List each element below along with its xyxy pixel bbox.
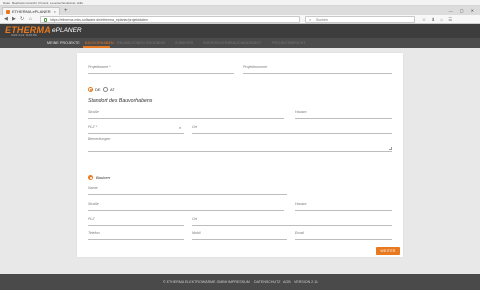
contact-phone-field[interactable]: Telefon — [88, 230, 184, 240]
resize-grip-icon[interactable] — [389, 147, 392, 150]
project-name-label: Projektname * — [88, 65, 111, 69]
country-de-radio[interactable] — [88, 87, 93, 92]
street-label: Straße — [88, 110, 99, 114]
contact-house-number-field[interactable]: Hausnr. — [295, 201, 392, 211]
contact-city-field[interactable]: Ort — [192, 216, 392, 226]
url-text: https://etherma.mbs-software.de/etherma_… — [50, 18, 148, 22]
tab-close-icon[interactable]: × — [54, 8, 56, 15]
contact-city-label: Ort — [192, 217, 197, 221]
favicon-icon — [6, 10, 10, 14]
remarks-textarea[interactable]: Bemerkungen — [88, 136, 392, 152]
contact-email-label: Email — [295, 231, 304, 235]
new-tab-button[interactable]: + — [64, 7, 68, 15]
tab-strip: ETHERMA ePLANER × + — ▢ ✕ — [0, 6, 480, 15]
main-content: Projektname * Projektnummer DE AT Stando… — [0, 48, 480, 274]
nav-angebot[interactable]: ANGEBOT — [243, 38, 261, 48]
nav-energieverbrauch[interactable]: ENERGIEVERBRAUCH — [203, 38, 243, 48]
footer: © ETHERMA ELEKTROWÄRME GMBH IMPRESSUM DA… — [0, 274, 480, 290]
contact-street-field[interactable]: Straße — [88, 201, 284, 211]
browser-tab[interactable]: ETHERMA ePLANER × — [2, 7, 60, 15]
app-header: ETHERMA GENIALE WÄRME ePLANER — [0, 24, 480, 38]
contact-zip-field[interactable]: PLZ — [88, 216, 184, 226]
toolbar-icons[interactable]: ☆ ⬇ ⌂ ☰ — [422, 16, 454, 23]
back-icon[interactable]: ◀ — [4, 16, 8, 23]
footer-impressum-link[interactable]: IMPRESSUM — [228, 274, 250, 290]
app-nav: MEINE PROJEKTE BAUVORHABEN RÄUME/ZONEN E… — [0, 38, 480, 48]
contact-street-label: Straße — [88, 202, 99, 206]
nav-raeume-zonen[interactable]: RÄUME/ZONEN — [117, 38, 145, 48]
street-field[interactable]: Straße — [88, 109, 284, 119]
site-section-title: Standort des Bauvorhabens — [88, 98, 153, 104]
zip-label: PLZ * — [88, 125, 97, 129]
city-field[interactable]: Ort — [192, 124, 392, 134]
country-at-label: AT — [110, 87, 115, 92]
footer-datenschutz-link[interactable]: DATENSCHUTZ — [254, 274, 281, 290]
project-name-field[interactable]: Projektname * — [88, 64, 234, 74]
contact-house-number-label: Hausnr. — [295, 202, 308, 206]
city-label: Ort — [192, 125, 197, 129]
etherma-logo[interactable]: ETHERMA GENIALE WÄRME — [5, 25, 51, 38]
house-number-label: Hausnr. — [295, 110, 308, 114]
remarks-label: Bemerkungen — [88, 137, 111, 141]
home-icon[interactable]: ⌂ — [29, 16, 32, 23]
project-number-label: Projektnummer — [243, 65, 268, 69]
role-bauherr-radio[interactable] — [88, 175, 93, 180]
clear-zip-icon[interactable]: × — [179, 125, 181, 130]
search-input[interactable] — [316, 17, 411, 22]
contact-email-field[interactable]: Email — [295, 230, 392, 240]
role-bauherr-label: Bauherr — [96, 175, 111, 180]
form-card: Projektname * Projektnummer DE AT Stando… — [77, 53, 403, 257]
next-button[interactable]: WEITER — [376, 247, 400, 255]
project-number-field[interactable]: Projektnummer — [243, 64, 392, 74]
house-number-field[interactable]: Hausnr. — [295, 109, 392, 119]
contact-name-label: Name — [88, 186, 98, 190]
nav-ergebnis[interactable]: ERGEBNIS — [146, 38, 165, 48]
forward-icon[interactable]: ▶ — [12, 16, 16, 23]
zip-field[interactable]: PLZ * × — [88, 124, 184, 134]
app-title: ePLANER — [52, 27, 82, 34]
contact-zip-label: PLZ — [88, 217, 95, 221]
browser-navbar: ◀ ▶ ↻ ⌂ https://etherma.mbs-software.de/… — [0, 15, 480, 24]
tab-title: ETHERMA ePLANER — [12, 9, 51, 14]
country-de-label: DE — [95, 87, 101, 92]
window-controls[interactable]: — ▢ ✕ — [449, 7, 477, 14]
footer-agb-link[interactable]: AGB — [283, 274, 291, 290]
country-at-radio[interactable] — [103, 87, 108, 92]
logo-word: ETHERMA — [5, 25, 51, 35]
lock-icon — [44, 18, 47, 22]
contact-mobile-label: Mobil — [192, 231, 201, 235]
browser-search[interactable]: ⌕ — [305, 16, 415, 23]
contact-phone-label: Telefon — [88, 231, 100, 235]
address-bar[interactable]: https://etherma.mbs-software.de/etherma_… — [40, 16, 300, 23]
nav-meine-projekte[interactable]: MEINE PROJEKTE — [47, 38, 80, 48]
nav-zubehoer[interactable]: ZUBEHÖR — [175, 38, 193, 48]
footer-copyright: © ETHERMA ELEKTROWÄRME GMBH — [163, 280, 228, 284]
footer-version: VERSION 2.11 — [294, 280, 318, 284]
nav-projektbericht[interactable]: PROJEKTBERICHT — [272, 38, 306, 48]
contact-mobile-field[interactable]: Mobil — [192, 230, 287, 240]
search-icon: ⌕ — [309, 17, 312, 22]
contact-name-field[interactable]: Name — [88, 185, 287, 195]
reload-icon[interactable]: ↻ — [20, 16, 24, 23]
